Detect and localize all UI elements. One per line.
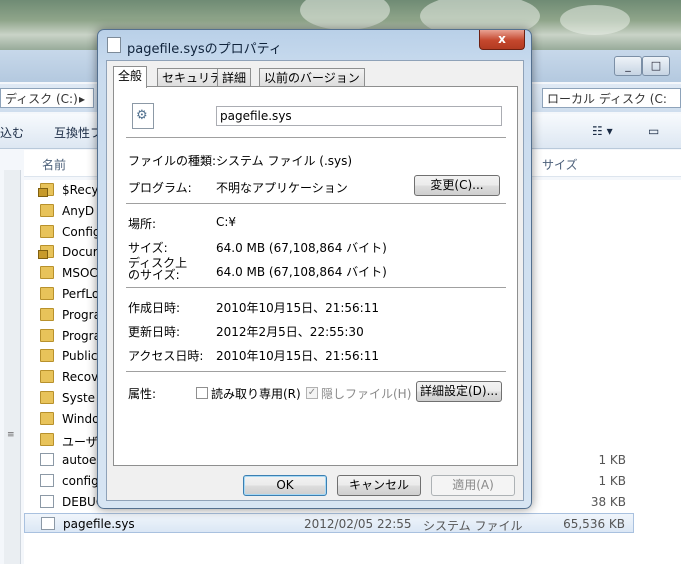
accessed-value: 2010年10月15日、21:56:11 <box>216 349 379 363</box>
program-value: 不明なアプリケーション <box>216 181 348 195</box>
item-size: 38 KB <box>590 495 626 509</box>
created-label: 作成日時: <box>128 301 181 315</box>
dialog-title: pagefile.sysのプロパティ <box>127 42 282 57</box>
item-name: ユーザ <box>62 434 98 449</box>
separator <box>126 287 506 288</box>
tab-general[interactable]: 全般 <box>113 66 148 88</box>
folder-icon <box>40 224 54 238</box>
hidden-label[interactable]: 隠しファイル(H) <box>321 385 411 402</box>
item-name: Public <box>62 349 98 364</box>
system-file-icon <box>132 103 154 129</box>
item-size: 65,536 KB <box>563 516 625 531</box>
dialog-body: 全般 セキュリティ 詳細 以前のバージョン pagefile.sys ファイルの… <box>106 60 524 501</box>
item-name: Windo <box>62 411 100 426</box>
maximize-button[interactable]: □ <box>642 56 670 76</box>
close-button[interactable]: x <box>479 30 525 50</box>
details-view-icon[interactable]: ☷ ▾ <box>592 124 613 138</box>
type-label: ファイルの種類: <box>128 154 217 168</box>
file-icon <box>40 474 54 488</box>
file-icon <box>107 37 121 53</box>
accessed-label: アクセス日時: <box>128 349 204 363</box>
modified-value: 2012年2月5日、22:55:30 <box>216 325 364 339</box>
readonly-checkbox[interactable] <box>196 387 208 399</box>
item-name: MSOC <box>62 266 98 281</box>
readonly-label[interactable]: 読み取り専用(R) <box>211 385 301 402</box>
item-date: 2012/02/05 22:55 <box>304 516 412 531</box>
scrollbar[interactable]: ≡ <box>4 170 21 564</box>
folder-icon <box>40 411 54 425</box>
toolbar-include-button[interactable]: 込む <box>0 124 24 141</box>
ok-button[interactable]: OK <box>243 475 327 496</box>
item-name: Progra <box>62 307 101 322</box>
type-value: システム ファイル (.sys) <box>216 154 353 168</box>
toolbar-compat-button[interactable]: 互換性フ <box>54 124 102 141</box>
location-label: 場所: <box>128 217 157 231</box>
item-name: $Recy <box>62 183 99 197</box>
item-size: 1 KB <box>598 474 626 489</box>
separator <box>126 137 506 138</box>
disk-size-label: ディスク上 のサイズ: <box>128 257 187 281</box>
separator <box>126 371 506 372</box>
item-name: AnyD <box>62 203 95 218</box>
column-size[interactable]: サイズ <box>542 156 578 173</box>
item-name: Docur <box>62 245 98 260</box>
file-icon <box>41 516 55 530</box>
search-placeholder: ローカル ディスク (C: <box>547 92 667 106</box>
folder-icon <box>40 307 54 321</box>
item-name: PerfLo <box>62 287 100 301</box>
change-button[interactable]: 変更(C)... <box>414 175 500 196</box>
hidden-checkbox[interactable]: ✓ <box>306 387 318 399</box>
disk-size-label-line2: のサイズ: <box>128 268 180 282</box>
folder-icon <box>40 287 54 300</box>
separator <box>126 203 506 204</box>
modified-label: 更新日時: <box>128 325 181 339</box>
chevron-right-icon: ▸ <box>79 92 86 106</box>
location-value: C:¥ <box>216 215 237 229</box>
item-name: autoe <box>62 453 97 468</box>
folder-icon <box>40 203 54 217</box>
program-label: プログラム: <box>128 181 192 195</box>
folder-icon <box>40 432 54 446</box>
folder-icon <box>40 370 54 384</box>
address-bar[interactable]: ディスク (C:) ▸ <box>0 88 94 108</box>
item-type: システム ファイル <box>423 518 523 533</box>
attributes-label: 属性: <box>128 387 157 401</box>
item-size: 1 KB <box>598 453 626 468</box>
size-value: 64.0 MB (67,108,864 バイト) <box>216 241 387 255</box>
column-name[interactable]: 名前 <box>42 156 66 173</box>
minimize-button[interactable]: _ <box>614 56 642 76</box>
size-label: サイズ: <box>128 241 168 255</box>
file-icon <box>40 453 54 467</box>
file-icon <box>40 495 54 508</box>
file-name-field[interactable]: pagefile.sys <box>216 106 502 126</box>
folder-icon <box>40 266 54 280</box>
item-name: Config <box>62 224 101 239</box>
disk-size-value: 64.0 MB (67,108,864 バイト) <box>216 265 387 279</box>
preview-pane-icon[interactable]: ▭ <box>648 124 659 138</box>
general-tab-panel: pagefile.sys ファイルの種類: システム ファイル (.sys) プ… <box>113 86 518 466</box>
search-box[interactable]: ローカル ディスク (C: <box>542 88 681 108</box>
item-name: Recov <box>62 370 99 385</box>
cancel-button[interactable]: キャンセル <box>337 475 421 496</box>
item-name: pagefile.sys <box>63 516 135 531</box>
list-item[interactable]: pagefile.sys 2012/02/05 22:55 システム ファイル 65,… <box>24 512 634 533</box>
created-value: 2010年10月15日、21:56:11 <box>216 301 379 315</box>
folder-icon <box>40 349 54 363</box>
folder-icon <box>40 391 54 404</box>
item-name: config <box>62 474 99 489</box>
tab-previous-versions[interactable]: 以前のバージョン <box>259 68 365 87</box>
lock-icon <box>38 188 48 197</box>
folder-icon <box>40 328 54 342</box>
item-name: Syste <box>62 391 96 405</box>
apply-button[interactable]: 適用(A) <box>431 475 515 496</box>
properties-dialog: pagefile.sysのプロパティ x 全般 セキュリティ 詳細 以前のバージ… <box>97 29 532 509</box>
item-name: Progra <box>62 328 101 343</box>
advanced-button[interactable]: 詳細設定(D)... <box>416 381 502 402</box>
lock-icon <box>38 250 48 260</box>
scroll-grip-icon: ≡ <box>7 430 15 440</box>
tab-details[interactable]: 詳細 <box>217 68 252 87</box>
address-text: ディスク (C:) <box>5 92 78 106</box>
